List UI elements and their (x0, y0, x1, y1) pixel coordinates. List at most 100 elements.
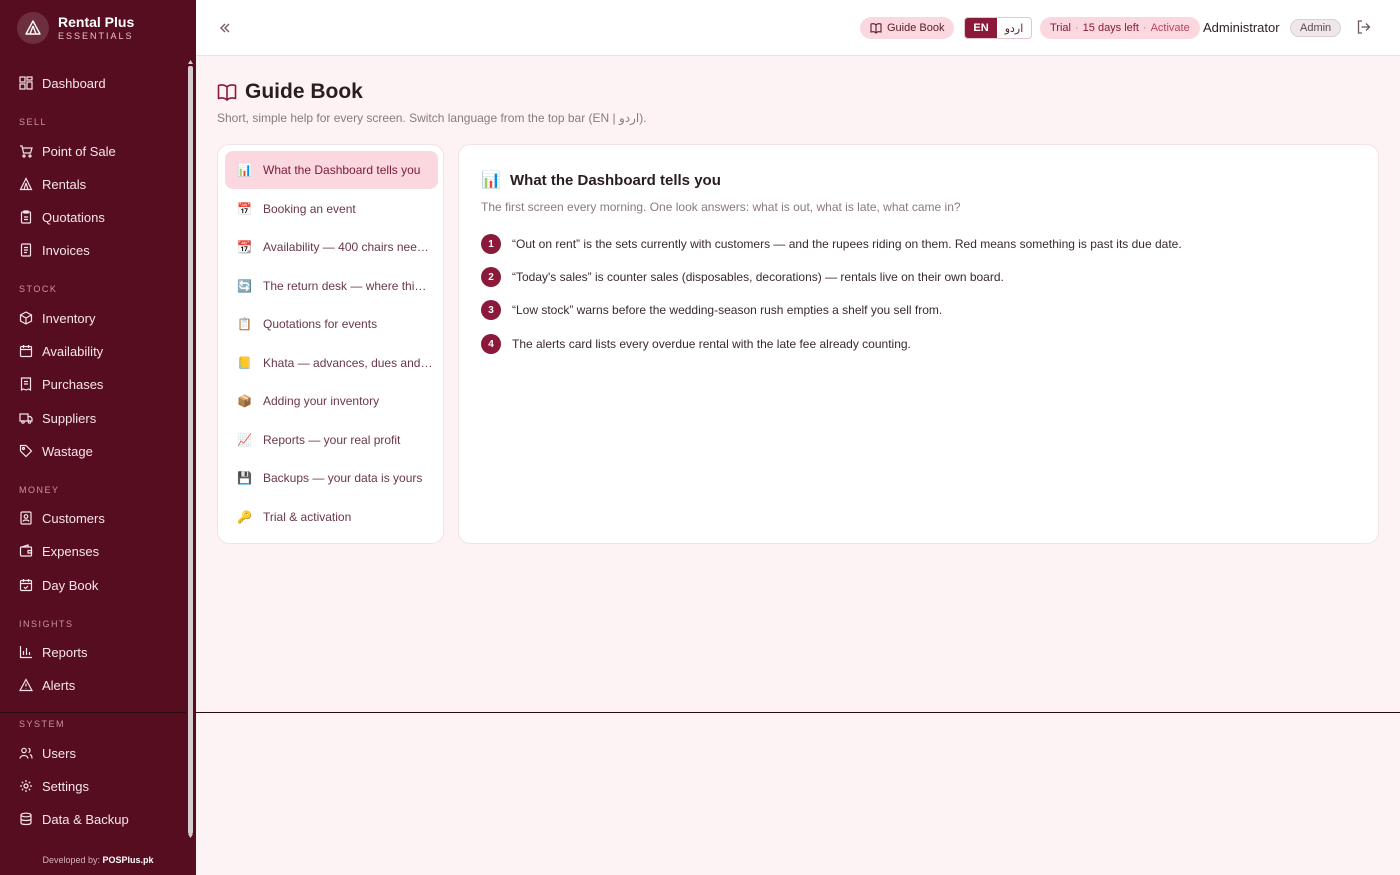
trial-label: Trial (1050, 22, 1071, 34)
article-header: 📊 What the Dashboard tells you (481, 170, 721, 190)
sidebar-item-label: Dashboard (42, 75, 106, 91)
logout-icon[interactable] (1356, 19, 1372, 35)
page-subtitle: Short, simple help for every screen. Swi… (217, 111, 647, 125)
key-icon: 🔑 (237, 510, 252, 524)
page-title: Guide Book (245, 80, 363, 103)
topic-label: Adding your inventory (263, 394, 380, 408)
sidebar-item-rentals[interactable]: Rentals (19, 174, 86, 194)
sidebar-item-label: Day Book (42, 577, 99, 593)
credit-prefix: Developed by: (42, 855, 100, 865)
sidebar-item-dashboard[interactable]: Dashboard (19, 73, 106, 93)
sidebar-item-reports[interactable]: Reports (19, 642, 88, 662)
calendar-icon: 📆 (237, 240, 252, 254)
sidebar-item-wastage[interactable]: Wastage (19, 441, 93, 461)
article-title: What the Dashboard tells you (510, 171, 721, 189)
brand-name: Rental Plus (58, 13, 135, 30)
sidebar-item-alerts[interactable]: Alerts (19, 675, 75, 695)
topic-khata[interactable]: 📒 Khata — advances, dues and balances (225, 344, 438, 382)
sidebar-scrollbar[interactable] (188, 66, 193, 834)
tag-icon (19, 444, 33, 458)
double-chevron-left-icon (220, 23, 230, 33)
topic-availability[interactable]: 📆 Availability — 400 chairs needed (225, 228, 438, 266)
sidebar-item-daybook[interactable]: Day Book (19, 575, 98, 595)
sidebar-item-pos[interactable]: Point of Sale (19, 141, 116, 161)
topic-label: Quotations for events (263, 317, 378, 331)
calendar-icon: 📅 (237, 202, 252, 216)
sidebar-item-expenses[interactable]: Expenses (19, 541, 99, 561)
sidebar-item-label: Customers (42, 510, 105, 526)
topic-label: Khata — advances, dues and balances (263, 356, 433, 370)
clipboard-icon: 📋 (237, 317, 252, 331)
database-icon (20, 812, 32, 826)
scroll-up-icon[interactable] (188, 60, 193, 64)
step-number: 3 (481, 300, 501, 320)
sidebar-item-label: Users (42, 745, 76, 761)
credit-brand[interactable]: POSPlus.pk (103, 855, 154, 865)
sidebar-item-purchases[interactable]: Purchases (19, 374, 103, 394)
invoice-icon (20, 243, 32, 257)
sidebar-item-settings[interactable]: Settings (19, 776, 89, 796)
sidebar: Rental Plus ESSENTIALS Dashboard SELL Po… (0, 0, 196, 875)
sidebar-divider (0, 712, 186, 713)
tent-logo-icon (17, 12, 49, 44)
topic-trial[interactable]: 🔑 Trial & activation (225, 498, 438, 536)
topic-inventory[interactable]: 📦 Adding your inventory (225, 382, 438, 420)
step-item: 4 The alerts card lists every overdue re… (481, 334, 911, 354)
role-badge: Admin (1290, 19, 1342, 37)
topic-backups[interactable]: 💾 Backups — your data is yours (225, 459, 438, 497)
ledger-icon: 📒 (237, 356, 252, 370)
topic-quotations[interactable]: 📋 Quotations for events (225, 305, 438, 343)
article-panel: 📊 What the Dashboard tells you The first… (458, 144, 1379, 544)
activate-link[interactable]: Activate (1151, 22, 1190, 34)
sidebar-item-availability[interactable]: Availability (19, 341, 103, 361)
sidebar-item-quotations[interactable]: Quotations (19, 207, 105, 227)
cart-icon (20, 145, 33, 158)
trial-separator: · (1142, 22, 1147, 34)
sidebar-item-suppliers[interactable]: Suppliers (19, 408, 96, 428)
step-text: “Out on rent” is the sets currently with… (512, 237, 1182, 251)
topic-dashboard[interactable]: 📊 What the Dashboard tells you (225, 151, 438, 189)
sidebar-item-label: Reports (42, 644, 88, 660)
sidebar-item-backup[interactable]: Data & Backup (19, 809, 129, 829)
trending-up-icon: 📈 (237, 433, 252, 447)
language-switch: EN اردو (964, 17, 1032, 39)
step-text: “Low stock” warns before the wedding-sea… (512, 303, 943, 317)
wallet-icon (19, 544, 33, 557)
lang-ur-button[interactable]: اردو (997, 18, 1031, 38)
sidebar-item-label: Point of Sale (42, 143, 116, 159)
topic-label: The return desk — where things come back (263, 279, 433, 293)
step-item: 3 “Low stock” warns before the wedding-s… (481, 300, 942, 320)
topic-label: What the Dashboard tells you (263, 163, 421, 177)
nav-group-stock: STOCK (19, 284, 58, 294)
user-name: Administrator (1203, 20, 1280, 35)
collapse-sidebar-button[interactable] (216, 18, 234, 38)
sidebar-item-label: Data & Backup (42, 811, 129, 827)
contact-card-icon (20, 511, 32, 525)
sidebar-item-label: Suppliers (42, 410, 97, 426)
floppy-disk-icon: 💾 (237, 471, 252, 485)
guide-book-button[interactable]: Guide Book (860, 17, 955, 39)
sidebar-item-invoices[interactable]: Invoices (19, 240, 90, 260)
topic-label: Reports — your real profit (263, 433, 401, 447)
trial-badge: Trial · 15 days left · Activate (1040, 17, 1200, 39)
bar-chart-icon (19, 646, 32, 659)
brand[interactable]: Rental Plus ESSENTIALS (17, 12, 134, 44)
book-open-icon (870, 23, 882, 34)
topic-return-desk[interactable]: 🔄 The return desk — where things come ba… (225, 267, 438, 305)
sidebar-item-label: Quotations (42, 209, 105, 225)
nav-group-system: SYSTEM (19, 719, 66, 729)
topic-booking[interactable]: 📅 Booking an event (225, 190, 438, 228)
topic-reports[interactable]: 📈 Reports — your real profit (225, 421, 438, 459)
topic-label: Trial & activation (263, 510, 352, 524)
sidebar-item-users[interactable]: Users (19, 743, 76, 763)
sidebar-item-inventory[interactable]: Inventory (19, 308, 95, 328)
warning-icon (19, 678, 33, 692)
book-open-icon (217, 84, 237, 101)
tent-icon (19, 177, 33, 191)
sidebar-item-customers[interactable]: Customers (19, 508, 105, 528)
clipboard-icon (20, 210, 32, 224)
top-bar: Guide Book EN اردو Trial · 15 days left … (196, 0, 1400, 56)
lang-en-button[interactable]: EN (965, 18, 997, 38)
scroll-down-icon[interactable] (188, 834, 193, 838)
chart-icon: 📊 (237, 163, 252, 177)
